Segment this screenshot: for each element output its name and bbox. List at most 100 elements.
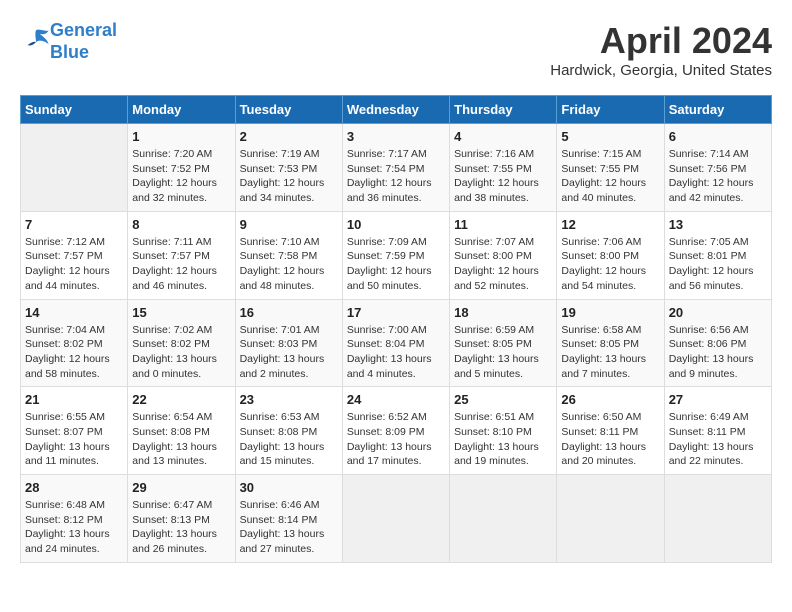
day-info: Sunrise: 6:47 AM Sunset: 8:13 PM Dayligh… [132,498,230,557]
day-info: Sunrise: 7:00 AM Sunset: 8:04 PM Dayligh… [347,323,445,382]
day-number: 19 [561,305,659,320]
calendar-cell: 8 Sunrise: 7:11 AM Sunset: 7:57 PM Daylig… [128,211,235,299]
day-number: 3 [347,129,445,144]
calendar-table: SundayMondayTuesdayWednesdayThursdayFrid… [20,95,772,563]
calendar-cell [557,475,664,563]
day-number: 20 [669,305,767,320]
calendar-week-3: 14Sunrise: 7:04 AM Sunset: 8:02 PM Dayli… [21,299,772,387]
day-header-saturday: Saturday [664,96,771,124]
calendar-week-1: 1 Sunrise: 7:20 AM Sunset: 7:52 PM Daylig… [21,124,772,212]
day-number: 18 [454,305,552,320]
day-header-friday: Friday [557,96,664,124]
day-info: Sunrise: 7:06 AM Sunset: 8:00 PM Dayligh… [561,235,659,294]
day-number: 14 [25,305,123,320]
calendar-cell: 4Sunrise: 7:16 AM Sunset: 7:55 PM Daylig… [450,124,557,212]
day-info: Sunrise: 7:02 AM Sunset: 8:02 PM Dayligh… [132,323,230,382]
calendar-cell: 29 Sunrise: 6:47 AM Sunset: 8:13 PM Dayli… [128,475,235,563]
day-number: 17 [347,305,445,320]
day-number: 8 [132,217,230,232]
day-info: Sunrise: 7:20 AM Sunset: 7:52 PM Dayligh… [132,147,230,206]
day-info: Sunrise: 6:50 AM Sunset: 8:11 PM Dayligh… [561,410,659,469]
calendar-week-4: 21 Sunrise: 6:55 AM Sunset: 8:07 PM Dayli… [21,387,772,475]
day-number: 26 [561,392,659,407]
day-info: Sunrise: 7:01 AM Sunset: 8:03 PM Dayligh… [240,323,338,382]
calendar-cell: 20 Sunrise: 6:56 AM Sunset: 8:06 PM Dayli… [664,299,771,387]
day-number: 30 [240,480,338,495]
calendar-cell: 15Sunrise: 7:02 AM Sunset: 8:02 PM Dayli… [128,299,235,387]
calendar-cell: 12Sunrise: 7:06 AM Sunset: 8:00 PM Dayli… [557,211,664,299]
calendar-cell: 28 Sunrise: 6:48 AM Sunset: 8:12 PM Dayli… [21,475,128,563]
day-info: Sunrise: 7:11 AM Sunset: 7:57 PM Dayligh… [132,235,230,294]
day-info: Sunrise: 6:49 AM Sunset: 8:11 PM Dayligh… [669,410,767,469]
calendar-cell: 7 Sunrise: 7:12 AM Sunset: 7:57 PM Daylig… [21,211,128,299]
calendar-cell: 23Sunrise: 6:53 AM Sunset: 8:08 PM Dayli… [235,387,342,475]
day-number: 29 [132,480,230,495]
day-header-monday: Monday [128,96,235,124]
day-info: Sunrise: 7:17 AM Sunset: 7:54 PM Dayligh… [347,147,445,206]
calendar-cell: 16 Sunrise: 7:01 AM Sunset: 8:03 PM Dayli… [235,299,342,387]
calendar-cell: 1 Sunrise: 7:20 AM Sunset: 7:52 PM Daylig… [128,124,235,212]
calendar-cell: 3 Sunrise: 7:17 AM Sunset: 7:54 PM Daylig… [342,124,449,212]
calendar-cell: 10 Sunrise: 7:09 AM Sunset: 7:59 PM Dayli… [342,211,449,299]
day-info: Sunrise: 7:12 AM Sunset: 7:57 PM Dayligh… [25,235,123,294]
day-number: 16 [240,305,338,320]
calendar-cell: 30 Sunrise: 6:46 AM Sunset: 8:14 PM Dayli… [235,475,342,563]
calendar-cell: 17 Sunrise: 7:00 AM Sunset: 8:04 PM Dayli… [342,299,449,387]
day-info: Sunrise: 7:15 AM Sunset: 7:55 PM Dayligh… [561,147,659,206]
day-number: 5 [561,129,659,144]
day-info: Sunrise: 7:05 AM Sunset: 8:01 PM Dayligh… [669,235,767,294]
day-info: Sunrise: 7:19 AM Sunset: 7:53 PM Dayligh… [240,147,338,206]
calendar-cell: 14Sunrise: 7:04 AM Sunset: 8:02 PM Dayli… [21,299,128,387]
calendar-cell: 26 Sunrise: 6:50 AM Sunset: 8:11 PM Dayli… [557,387,664,475]
day-info: Sunrise: 6:56 AM Sunset: 8:06 PM Dayligh… [669,323,767,382]
day-number: 4 [454,129,552,144]
day-number: 22 [132,392,230,407]
day-number: 9 [240,217,338,232]
day-info: Sunrise: 6:53 AM Sunset: 8:08 PM Dayligh… [240,410,338,469]
day-number: 10 [347,217,445,232]
calendar-cell: 25 Sunrise: 6:51 AM Sunset: 8:10 PM Dayli… [450,387,557,475]
day-info: Sunrise: 7:14 AM Sunset: 7:56 PM Dayligh… [669,147,767,206]
calendar-week-2: 7 Sunrise: 7:12 AM Sunset: 7:57 PM Daylig… [21,211,772,299]
day-number: 25 [454,392,552,407]
day-number: 1 [132,129,230,144]
calendar-cell: 11 Sunrise: 7:07 AM Sunset: 8:00 PM Dayli… [450,211,557,299]
day-info: Sunrise: 7:10 AM Sunset: 7:58 PM Dayligh… [240,235,338,294]
calendar-cell: 9 Sunrise: 7:10 AM Sunset: 7:58 PM Daylig… [235,211,342,299]
day-number: 7 [25,217,123,232]
day-info: Sunrise: 6:54 AM Sunset: 8:08 PM Dayligh… [132,410,230,469]
day-info: Sunrise: 6:46 AM Sunset: 8:14 PM Dayligh… [240,498,338,557]
calendar-cell: 19Sunrise: 6:58 AM Sunset: 8:05 PM Dayli… [557,299,664,387]
calendar-cell [342,475,449,563]
day-header-thursday: Thursday [450,96,557,124]
calendar-cell: 24Sunrise: 6:52 AM Sunset: 8:09 PM Dayli… [342,387,449,475]
day-info: Sunrise: 6:55 AM Sunset: 8:07 PM Dayligh… [25,410,123,469]
day-info: Sunrise: 6:51 AM Sunset: 8:10 PM Dayligh… [454,410,552,469]
calendar-cell: 21 Sunrise: 6:55 AM Sunset: 8:07 PM Dayli… [21,387,128,475]
calendar-cell [21,124,128,212]
day-number: 28 [25,480,123,495]
day-info: Sunrise: 6:52 AM Sunset: 8:09 PM Dayligh… [347,410,445,469]
title-block: April 2024 Hardwick, Georgia, United Sta… [550,20,772,79]
calendar-cell [664,475,771,563]
calendar-cell: 18 Sunrise: 6:59 AM Sunset: 8:05 PM Dayli… [450,299,557,387]
day-info: Sunrise: 6:59 AM Sunset: 8:05 PM Dayligh… [454,323,552,382]
calendar-cell: 2 Sunrise: 7:19 AM Sunset: 7:53 PM Daylig… [235,124,342,212]
day-header-tuesday: Tuesday [235,96,342,124]
logo-icon [22,25,50,53]
calendar-title: April 2024 [550,20,772,62]
logo-text: General Blue [50,20,117,63]
calendar-cell: 22 Sunrise: 6:54 AM Sunset: 8:08 PM Dayli… [128,387,235,475]
day-number: 21 [25,392,123,407]
calendar-cell [450,475,557,563]
page-header: General Blue April 2024 Hardwick, Georgi… [20,20,772,79]
day-number: 2 [240,129,338,144]
day-number: 6 [669,129,767,144]
day-info: Sunrise: 7:07 AM Sunset: 8:00 PM Dayligh… [454,235,552,294]
day-info: Sunrise: 7:09 AM Sunset: 7:59 PM Dayligh… [347,235,445,294]
day-info: Sunrise: 6:48 AM Sunset: 8:12 PM Dayligh… [25,498,123,557]
day-number: 11 [454,217,552,232]
calendar-subtitle: Hardwick, Georgia, United States [550,62,772,79]
calendar-week-5: 28 Sunrise: 6:48 AM Sunset: 8:12 PM Dayli… [21,475,772,563]
calendar-cell: 27Sunrise: 6:49 AM Sunset: 8:11 PM Dayli… [664,387,771,475]
